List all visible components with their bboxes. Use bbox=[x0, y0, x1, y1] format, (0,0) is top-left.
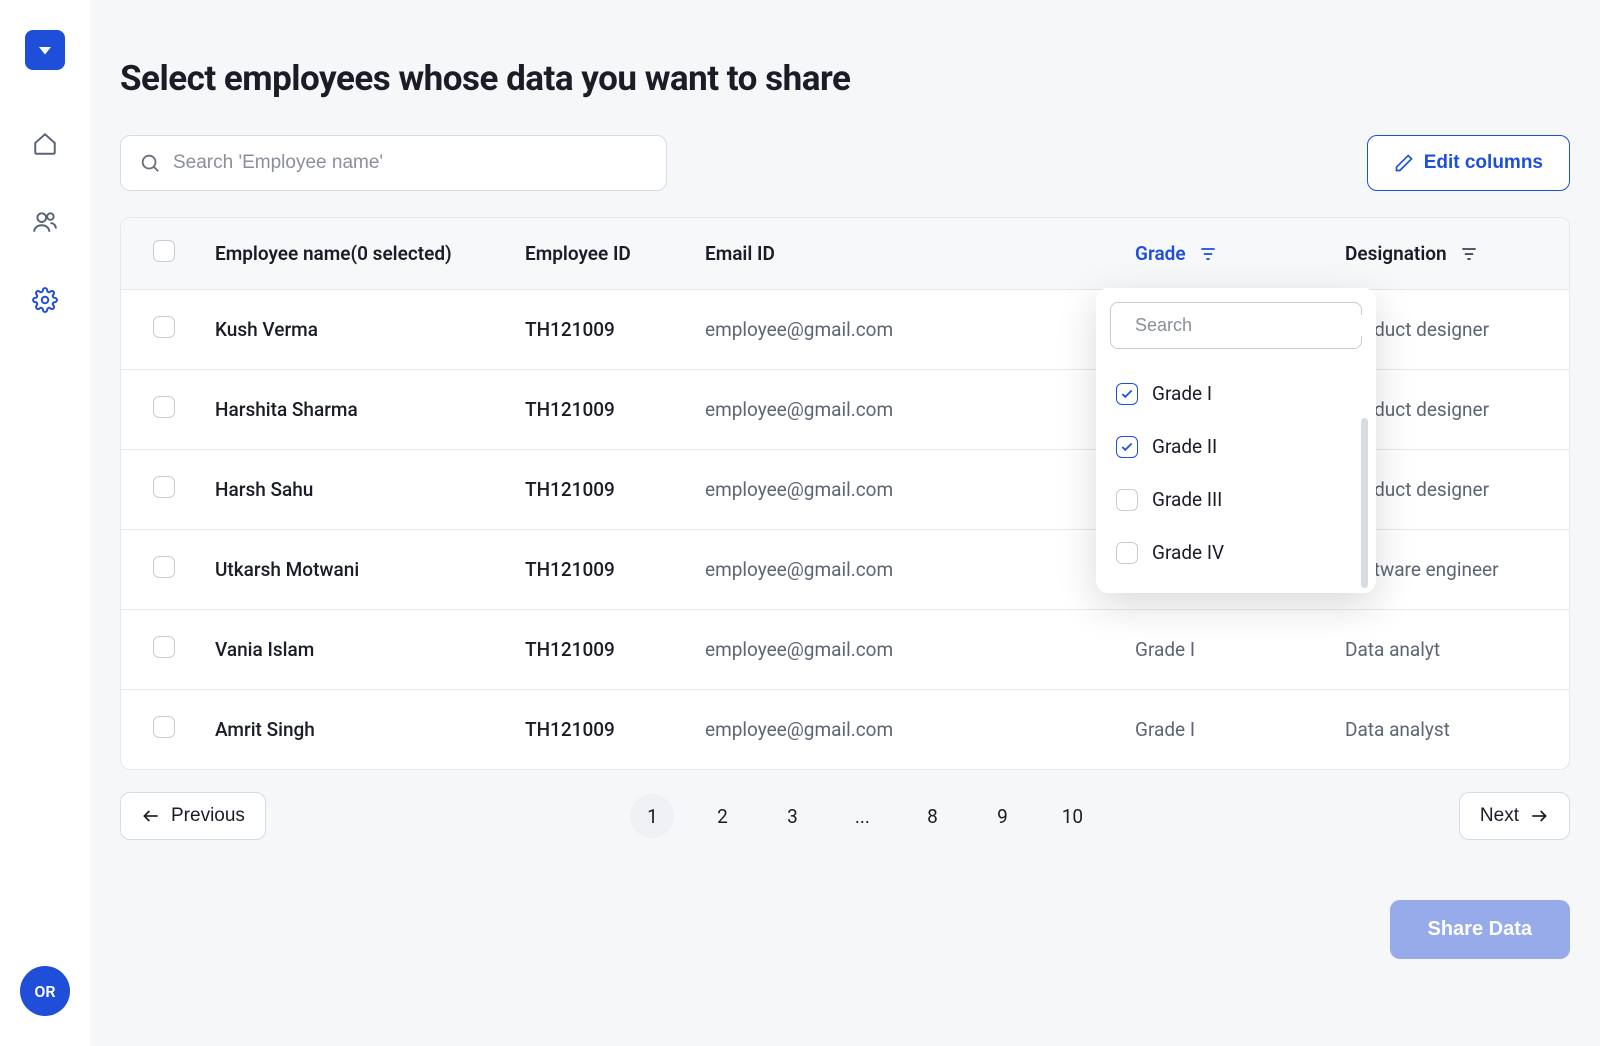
cell-id: TH121009 bbox=[505, 690, 685, 770]
filter-option[interactable]: Grade III bbox=[1110, 473, 1362, 526]
row-checkbox[interactable] bbox=[153, 716, 175, 738]
edit-columns-label: Edit columns bbox=[1424, 152, 1543, 174]
share-data-button[interactable]: Share Data bbox=[1390, 900, 1571, 959]
table-row: Amrit Singh TH121009 employee@gmail.com … bbox=[121, 690, 1569, 770]
search-icon bbox=[139, 152, 161, 174]
col-email: Email ID bbox=[685, 218, 1115, 290]
cell-name: Kush Verma bbox=[195, 290, 505, 370]
row-checkbox[interactable] bbox=[153, 636, 175, 658]
page-title: Select employees whose data you want to … bbox=[120, 58, 1570, 99]
page-number[interactable]: 8 bbox=[910, 794, 954, 838]
filter-checkbox[interactable] bbox=[1116, 542, 1138, 564]
cell-name: Harshita Sharma bbox=[195, 370, 505, 450]
col-designation[interactable]: Designation bbox=[1325, 218, 1569, 290]
main-content: Select employees whose data you want to … bbox=[90, 0, 1600, 1046]
table-row: Vania Islam TH121009 employee@gmail.com … bbox=[121, 610, 1569, 690]
cell-id: TH121009 bbox=[505, 290, 685, 370]
row-checkbox[interactable] bbox=[153, 396, 175, 418]
cell-email: employee@gmail.com bbox=[685, 370, 1115, 450]
cell-id: TH121009 bbox=[505, 530, 685, 610]
cell-id: TH121009 bbox=[505, 370, 685, 450]
cell-email: employee@gmail.com bbox=[685, 610, 1115, 690]
cell-name: Utkarsh Motwani bbox=[195, 530, 505, 610]
page-number[interactable]: 3 bbox=[770, 794, 814, 838]
cell-id: TH121009 bbox=[505, 610, 685, 690]
scrollbar-thumb[interactable] bbox=[1361, 418, 1368, 588]
avatar[interactable]: OR bbox=[20, 966, 70, 1016]
cell-id: TH121009 bbox=[505, 450, 685, 530]
employee-table-wrap: Employee name(0 selected) Employee ID Em… bbox=[120, 217, 1570, 770]
next-button[interactable]: Next bbox=[1459, 792, 1570, 840]
arrow-right-icon bbox=[1529, 806, 1549, 826]
page-number[interactable]: 1 bbox=[630, 794, 674, 838]
page-number[interactable]: 9 bbox=[980, 794, 1024, 838]
page-ellipsis: ... bbox=[840, 794, 884, 838]
triangle-down-icon bbox=[36, 41, 54, 59]
pencil-icon bbox=[1394, 153, 1414, 173]
filter-option-label: Grade III bbox=[1152, 488, 1222, 511]
cell-grade: Grade I bbox=[1115, 690, 1325, 770]
nav-people[interactable] bbox=[31, 208, 59, 236]
filter-icon bbox=[1198, 244, 1218, 264]
page-number[interactable]: 2 bbox=[700, 794, 744, 838]
row-checkbox[interactable] bbox=[153, 556, 175, 578]
avatar-initials: OR bbox=[34, 982, 55, 1001]
search-input[interactable] bbox=[173, 152, 648, 174]
filter-option[interactable]: Grade II bbox=[1110, 420, 1362, 473]
arrow-left-icon bbox=[141, 806, 161, 826]
col-employee-name: Employee name(0 selected) bbox=[195, 218, 505, 290]
pagination: Previous 123... 89 10 Next bbox=[120, 792, 1570, 840]
filter-option-label: Grade IV bbox=[1152, 541, 1224, 564]
cell-name: Harsh Sahu bbox=[195, 450, 505, 530]
footer-actions: Share Data bbox=[120, 900, 1570, 959]
cell-email: employee@gmail.com bbox=[685, 530, 1115, 610]
grade-filter-popover: Grade I Grade II Grade III Grade IV bbox=[1096, 288, 1376, 593]
cell-name: Amrit Singh bbox=[195, 690, 505, 770]
cell-email: employee@gmail.com bbox=[685, 450, 1115, 530]
search-box[interactable] bbox=[120, 135, 667, 191]
filter-search-input[interactable] bbox=[1135, 315, 1367, 336]
filter-option-label: Grade II bbox=[1152, 435, 1217, 458]
people-icon bbox=[32, 209, 58, 235]
page-numbers: 123... 89 10 bbox=[630, 794, 1094, 838]
cell-designation: Data analyt bbox=[1325, 610, 1569, 690]
nav-settings[interactable] bbox=[31, 286, 59, 314]
col-grade[interactable]: Grade bbox=[1115, 218, 1325, 290]
row-checkbox[interactable] bbox=[153, 476, 175, 498]
sidebar: OR bbox=[0, 0, 90, 1046]
cell-email: employee@gmail.com bbox=[685, 290, 1115, 370]
select-all-checkbox[interactable] bbox=[153, 240, 175, 262]
col-employee-id: Employee ID bbox=[505, 218, 685, 290]
nav-home[interactable] bbox=[31, 130, 59, 158]
cell-name: Vania Islam bbox=[195, 610, 505, 690]
filter-option[interactable]: Grade I bbox=[1110, 367, 1362, 420]
toolbar: Edit columns bbox=[120, 135, 1570, 191]
col-checkbox bbox=[121, 218, 195, 290]
gear-icon bbox=[32, 287, 58, 313]
app-logo-button[interactable] bbox=[25, 30, 65, 70]
edit-columns-button[interactable]: Edit columns bbox=[1367, 135, 1570, 191]
page-number[interactable]: 10 bbox=[1050, 794, 1094, 838]
filter-option[interactable]: Grade IV bbox=[1110, 526, 1362, 579]
table-header-row: Employee name(0 selected) Employee ID Em… bbox=[121, 218, 1569, 290]
filter-search-box[interactable] bbox=[1110, 302, 1362, 349]
cell-grade: Grade I bbox=[1115, 610, 1325, 690]
filter-checkbox[interactable] bbox=[1116, 489, 1138, 511]
filter-icon bbox=[1459, 244, 1479, 264]
cell-email: employee@gmail.com bbox=[685, 690, 1115, 770]
filter-checkbox[interactable] bbox=[1116, 383, 1138, 405]
previous-button[interactable]: Previous bbox=[120, 792, 266, 840]
filter-option-label: Grade I bbox=[1152, 382, 1212, 405]
cell-designation: Data analyst bbox=[1325, 690, 1569, 770]
filter-checkbox[interactable] bbox=[1116, 436, 1138, 458]
home-icon bbox=[32, 131, 58, 157]
row-checkbox[interactable] bbox=[153, 316, 175, 338]
